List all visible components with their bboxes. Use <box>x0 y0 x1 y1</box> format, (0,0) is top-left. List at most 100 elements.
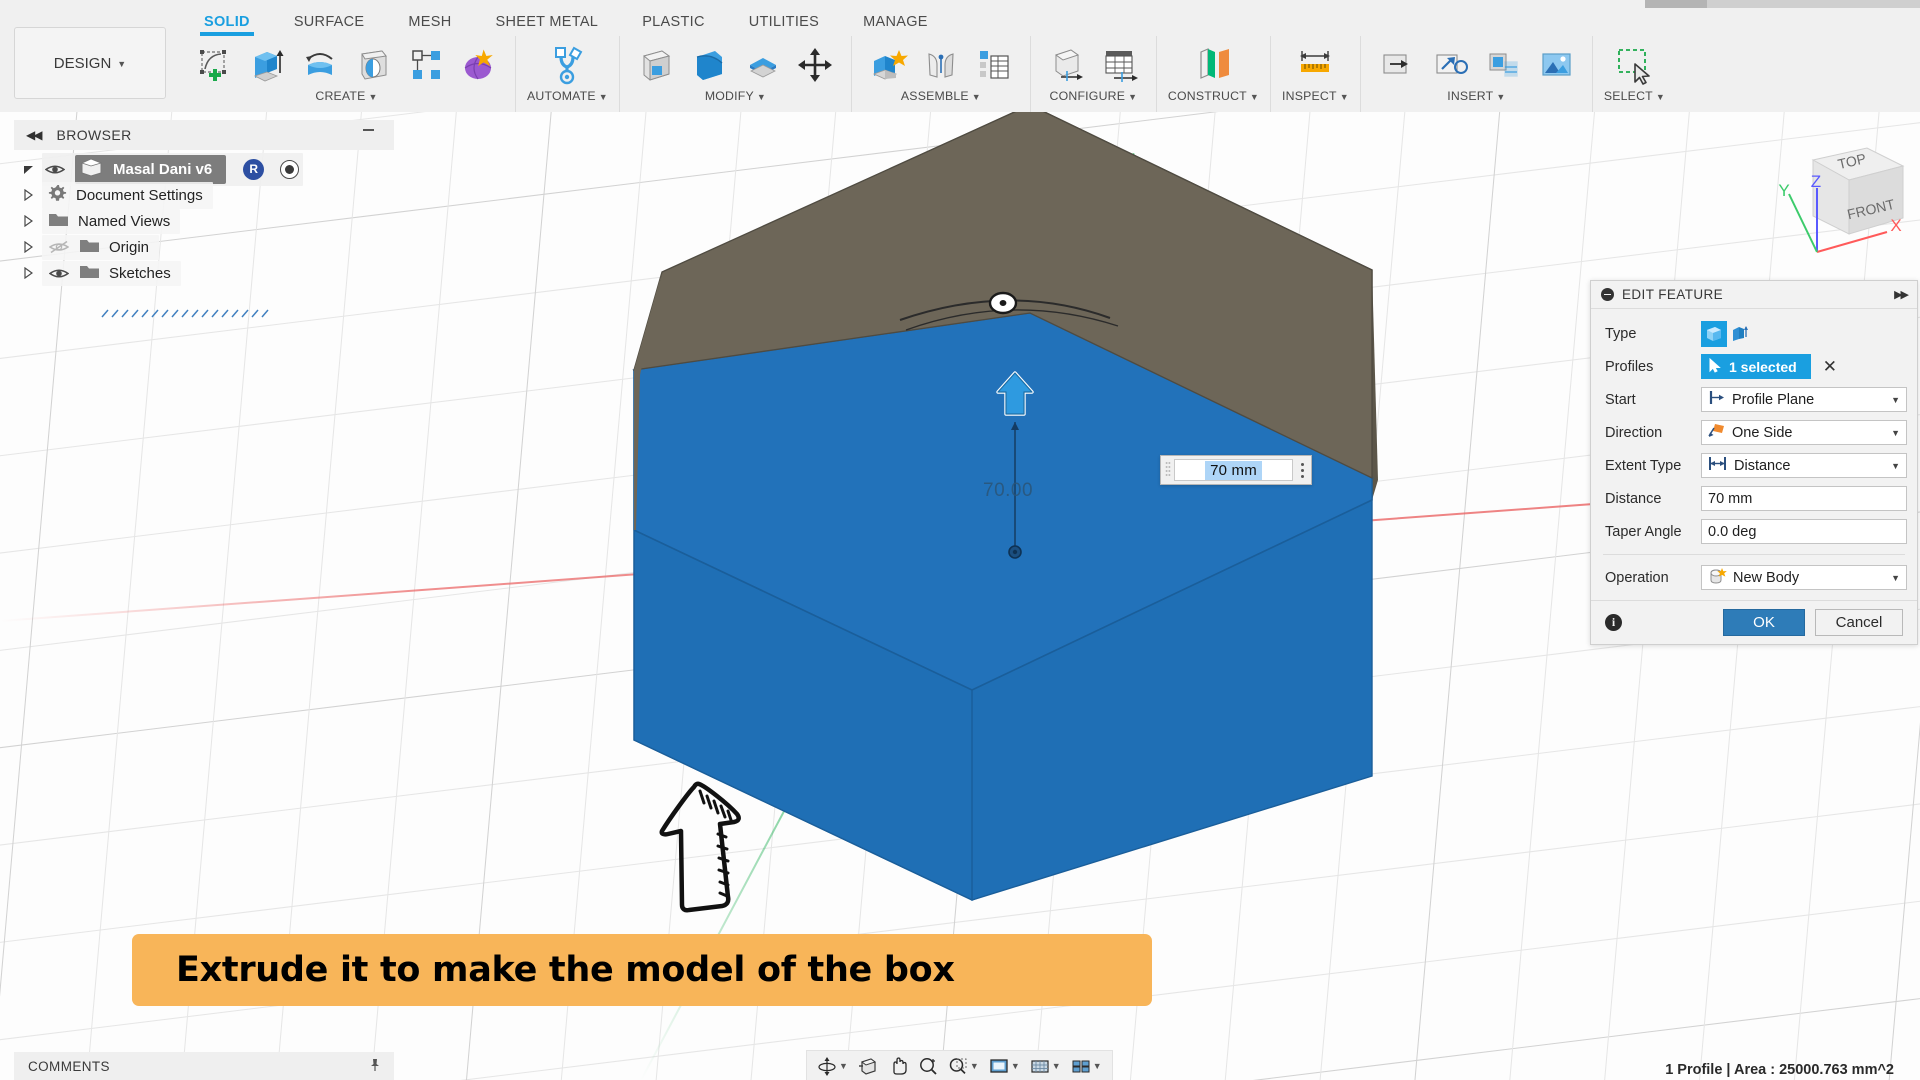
tab-surface[interactable]: SURFACE <box>272 8 387 30</box>
move-copy-icon[interactable] <box>790 40 840 90</box>
comments-bar[interactable]: COMMENTS <box>14 1052 394 1080</box>
viewcube[interactable]: TOP FRONT Z X Y <box>1775 132 1920 262</box>
orbit-icon[interactable]: ▼ <box>813 1053 852 1079</box>
chevron-down-icon[interactable]: ▼ <box>1011 1062 1020 1071</box>
bill-of-materials-icon[interactable] <box>969 40 1019 90</box>
info-icon[interactable]: i <box>1605 614 1622 631</box>
tab-plastic[interactable]: PLASTIC <box>620 8 727 30</box>
ribbon-group-label-modify[interactable]: MODIFY ▼ <box>705 89 766 103</box>
chevron-down-icon[interactable]: ▼ <box>1891 461 1900 471</box>
insert-image-icon[interactable] <box>1531 40 1581 90</box>
solid-extrude-icon[interactable] <box>1701 320 1727 347</box>
expand-right-icon[interactable]: ▶▶ <box>1894 288 1909 301</box>
tab-solid[interactable]: SOLID <box>182 8 272 36</box>
offset-plane-icon[interactable] <box>1188 40 1238 90</box>
configuration-icon[interactable] <box>1042 40 1092 90</box>
chevron-down-icon[interactable]: ▼ <box>1093 1062 1102 1071</box>
collapse-left-icon[interactable]: ◀◀ <box>26 128 43 142</box>
chevron-down-icon[interactable]: ▼ <box>839 1062 848 1071</box>
start-dropdown[interactable]: Profile Plane ▼ <box>1701 387 1907 412</box>
insert-manufacturer-icon[interactable] <box>1478 40 1528 90</box>
edit-feature-header[interactable]: EDIT FEATURE ▶▶ <box>1591 281 1917 309</box>
extent-type-dropdown[interactable]: Distance ▼ <box>1701 453 1907 478</box>
configuration-table-icon[interactable] <box>1095 40 1145 90</box>
ribbon-group-label-inspect[interactable]: INSPECT ▼ <box>1282 89 1349 103</box>
tree-row-root-component[interactable]: Masal Dani v6 R <box>14 152 394 186</box>
operation-dropdown[interactable]: New Body ▼ <box>1701 565 1907 590</box>
direction-dropdown[interactable]: One Side ▼ <box>1701 420 1907 445</box>
shell-icon[interactable] <box>737 40 787 90</box>
chevron-right-icon[interactable] <box>14 189 42 201</box>
pattern-icon[interactable] <box>401 40 451 90</box>
chevron-down-icon[interactable]: ▼ <box>1891 428 1900 438</box>
form-icon[interactable] <box>454 40 504 90</box>
tab-utilities[interactable]: UTILITIES <box>727 8 841 30</box>
workspace-switcher-button[interactable]: DESIGN ▼ <box>14 27 166 99</box>
display-settings-icon[interactable]: ▼ <box>985 1053 1024 1079</box>
kebab-menu-icon[interactable] <box>1293 456 1311 484</box>
tree-row-named-views[interactable]: Named Views <box>14 208 394 234</box>
measure-icon[interactable] <box>1290 40 1340 90</box>
dimension-input-field[interactable]: 70 mm <box>1174 459 1293 481</box>
ribbon-group-label-select[interactable]: SELECT ▼ <box>1604 89 1665 103</box>
drag-grip-icon[interactable] <box>1161 456 1174 484</box>
clear-x-icon[interactable]: ✕ <box>1823 358 1837 375</box>
activate-component-icon[interactable] <box>280 159 300 179</box>
tree-row-sketches[interactable]: Sketches <box>14 260 394 286</box>
zoom-window-icon[interactable]: ▼ <box>944 1053 983 1079</box>
fillet-icon[interactable] <box>684 40 734 90</box>
eye-hidden-icon[interactable] <box>48 239 70 255</box>
extrude-arrow-handle-icon[interactable] <box>985 370 1045 560</box>
distance-input[interactable]: 70 mm <box>1701 486 1907 511</box>
extrude-icon[interactable] <box>242 40 292 90</box>
sketch-point-icon[interactable] <box>988 290 1018 316</box>
chevron-down-icon[interactable] <box>14 164 42 175</box>
pan-icon[interactable] <box>884 1053 912 1079</box>
cancel-button[interactable]: Cancel <box>1815 609 1903 636</box>
tab-mesh[interactable]: MESH <box>386 8 473 30</box>
ribbon-group-label-automate[interactable]: AUTOMATE ▼ <box>527 89 608 103</box>
joint-icon[interactable] <box>916 40 966 90</box>
minimize-icon[interactable] <box>363 129 374 131</box>
chevron-down-icon[interactable]: ▼ <box>970 1062 979 1071</box>
ok-button[interactable]: OK <box>1723 609 1805 636</box>
ribbon-group-label-configure[interactable]: CONFIGURE ▼ <box>1050 89 1138 103</box>
edit-feature-dialog[interactable]: EDIT FEATURE ▶▶ Type Profiles 1 selected… <box>1590 280 1918 645</box>
dimension-input-widget[interactable]: 70 mm <box>1160 455 1312 485</box>
ribbon-group-label-construct[interactable]: CONSTRUCT ▼ <box>1168 89 1259 103</box>
profiles-selection-chip[interactable]: 1 selected <box>1701 354 1811 379</box>
collapse-dialog-icon[interactable] <box>1601 288 1614 301</box>
chevron-down-icon[interactable]: ▼ <box>1891 395 1900 405</box>
select-window-icon[interactable] <box>1609 40 1659 90</box>
chevron-right-icon[interactable] <box>14 215 42 227</box>
document-tab-strip[interactable] <box>0 0 1920 8</box>
insert-mcmaster-icon[interactable] <box>1425 40 1475 90</box>
look-at-icon[interactable] <box>854 1053 882 1079</box>
insert-derive-icon[interactable] <box>1372 40 1422 90</box>
pin-icon[interactable] <box>370 1058 380 1075</box>
tab-scroll-thumb[interactable] <box>1645 0 1707 8</box>
chevron-right-icon[interactable] <box>14 267 42 279</box>
chevron-right-icon[interactable] <box>14 241 42 253</box>
viewports-icon[interactable]: ▼ <box>1067 1053 1106 1079</box>
chevron-down-icon[interactable]: ▼ <box>1891 573 1900 583</box>
ribbon-group-label-assemble[interactable]: ASSEMBLE ▼ <box>901 89 981 103</box>
chevron-down-icon[interactable]: ▼ <box>1052 1062 1061 1071</box>
eye-visible-icon[interactable] <box>44 161 66 177</box>
taper-angle-input[interactable]: 0.0 deg <box>1701 519 1907 544</box>
grid-snaps-icon[interactable]: ▼ <box>1026 1053 1065 1079</box>
tab-manage[interactable]: MANAGE <box>841 8 950 30</box>
new-component-icon[interactable] <box>863 40 913 90</box>
sweep-icon[interactable] <box>348 40 398 90</box>
ribbon-group-label-insert[interactable]: INSERT ▼ <box>1447 89 1505 103</box>
create-sketch-icon[interactable] <box>189 40 239 90</box>
thin-extrude-icon[interactable] <box>1727 321 1753 347</box>
press-pull-icon[interactable] <box>631 40 681 90</box>
root-component-pill[interactable]: Masal Dani v6 <box>75 154 227 184</box>
revolve-icon[interactable] <box>295 40 345 90</box>
tab-sheet-metal[interactable]: SHEET METAL <box>474 8 621 30</box>
automated-modeling-icon[interactable] <box>542 40 592 90</box>
eye-visible-icon[interactable] <box>48 265 70 281</box>
tree-row-document-settings[interactable]: Document Settings <box>14 181 394 209</box>
ribbon-group-label-create[interactable]: CREATE ▼ <box>315 89 377 103</box>
